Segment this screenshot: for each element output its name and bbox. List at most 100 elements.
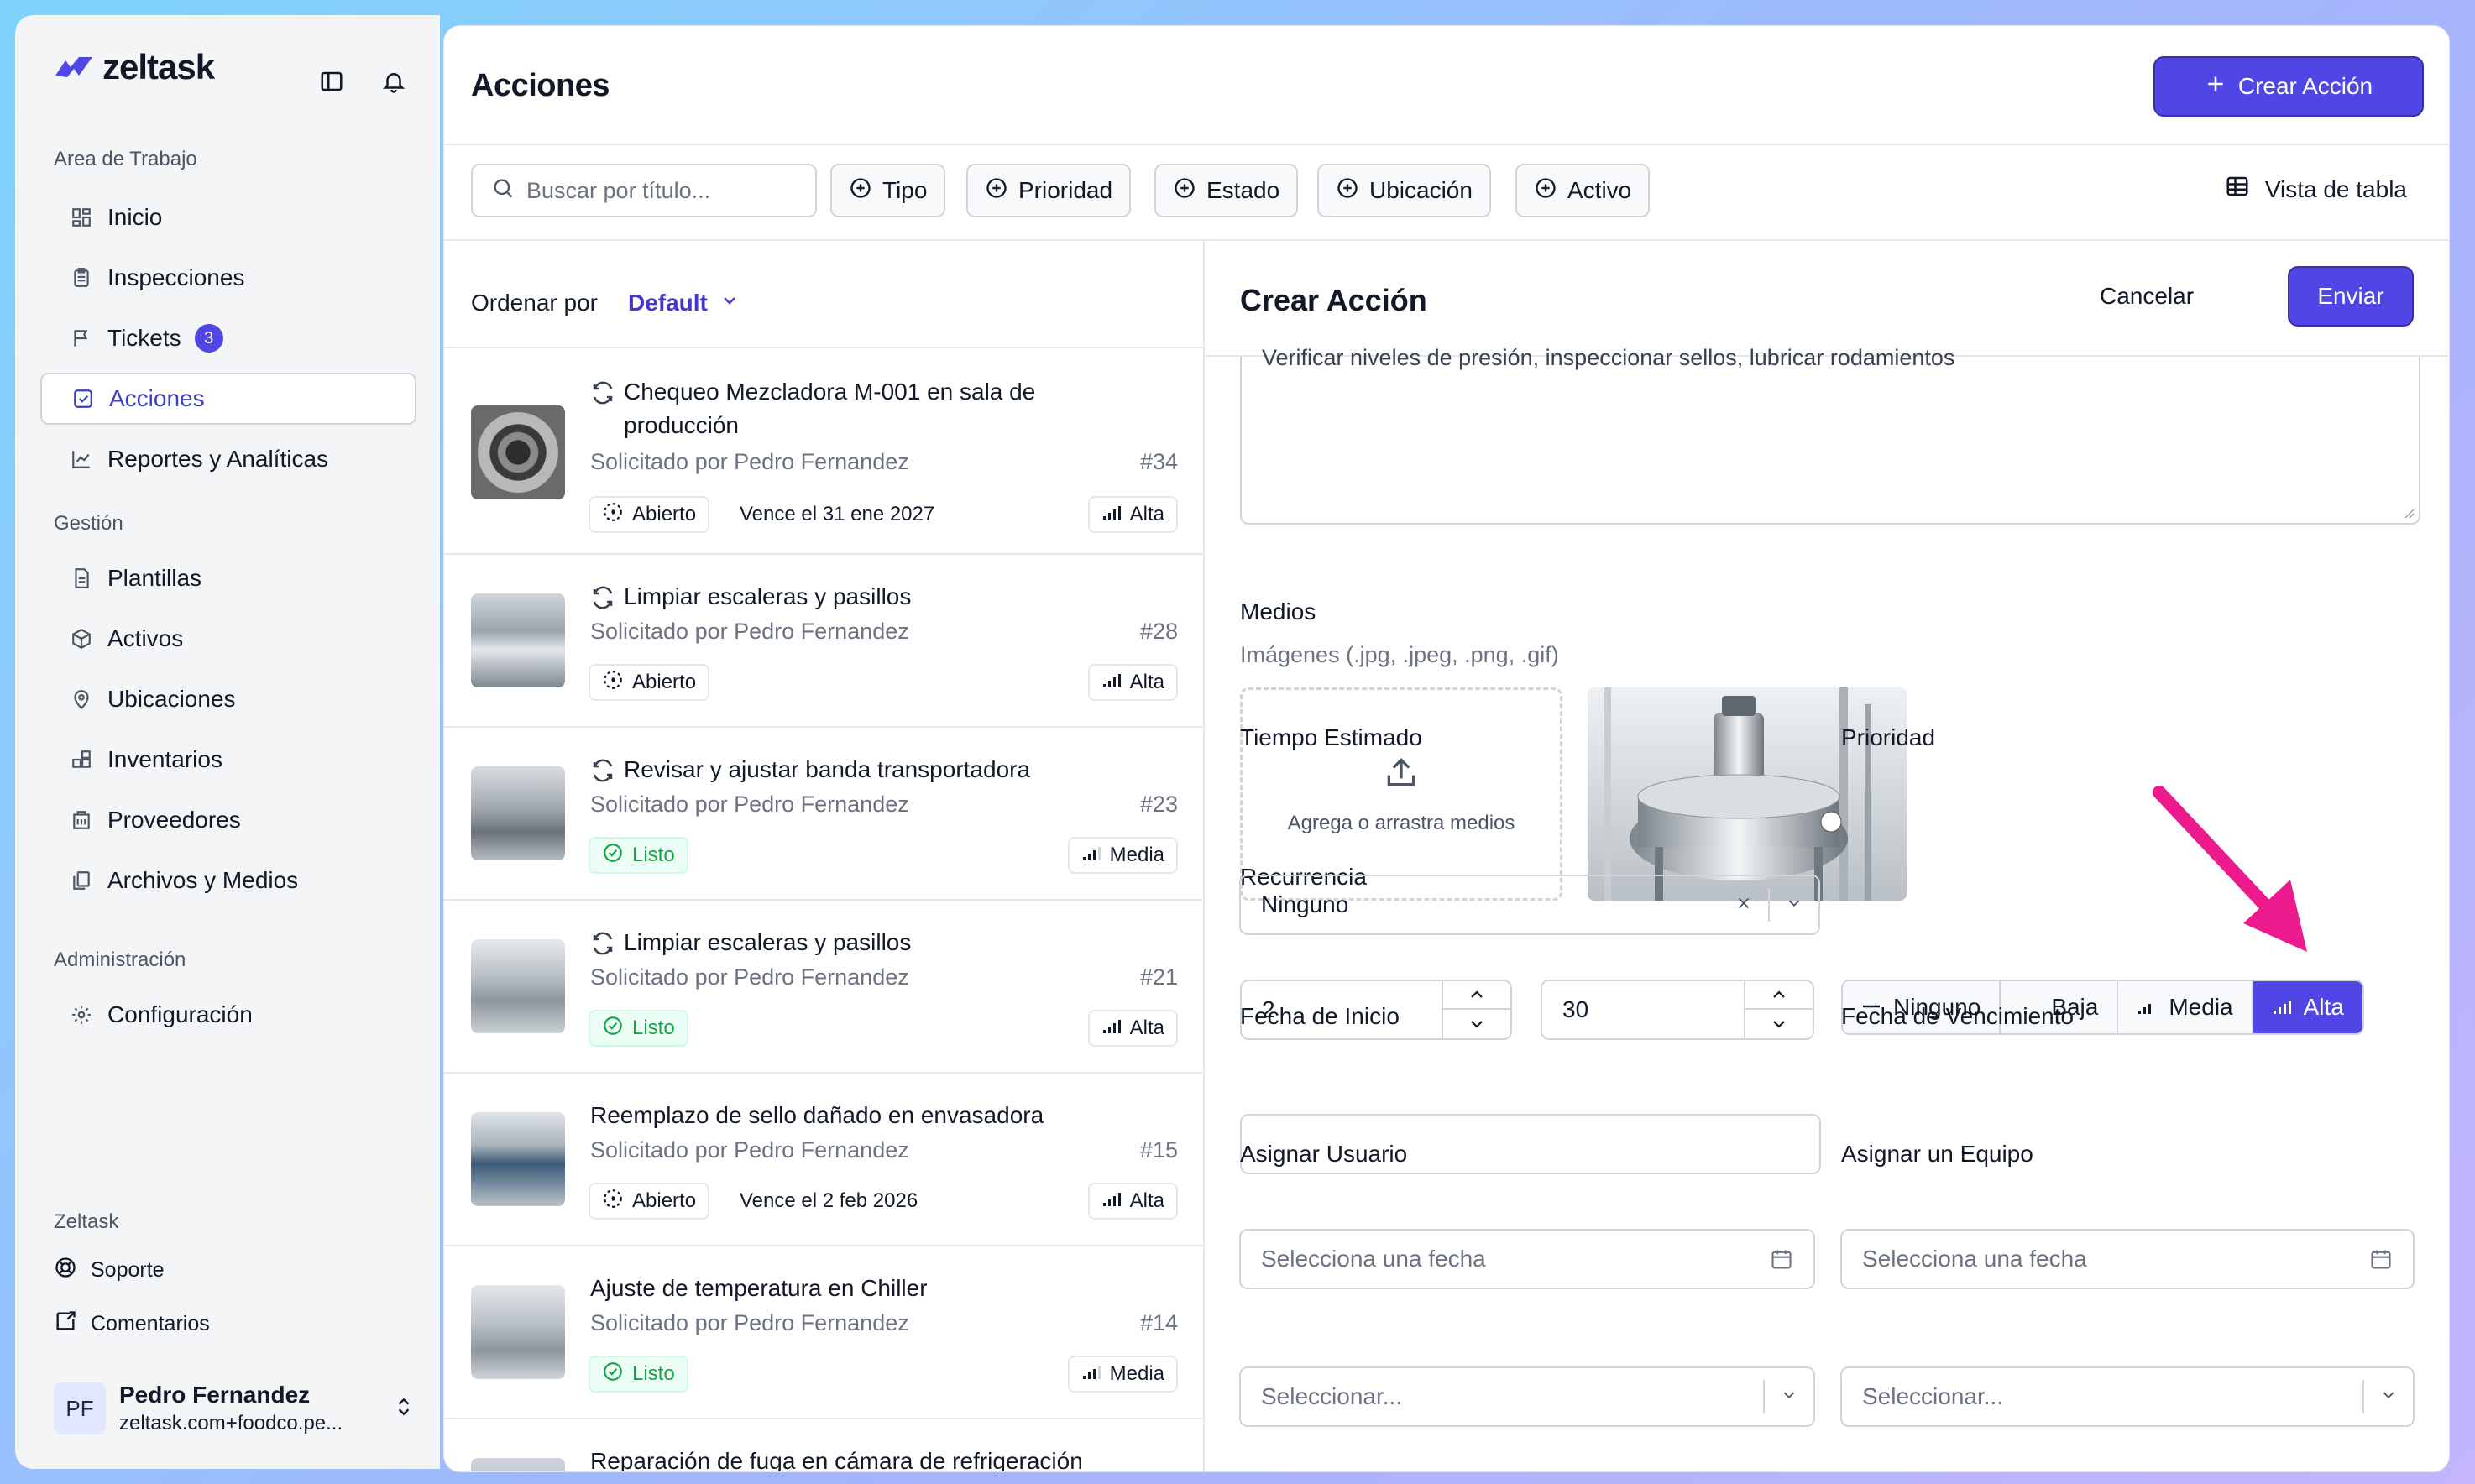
filter-estado[interactable]: Estado xyxy=(1154,164,1299,217)
increment-minutes-button[interactable] xyxy=(1745,981,1813,1010)
sidebar-item-label: Acciones xyxy=(109,385,205,411)
item-requested-by: Solicitado por Pedro Fernandez xyxy=(590,449,909,474)
description-text: Verificar niveles de presión, inspeccion… xyxy=(1262,345,1955,370)
table-view-button[interactable]: Vista de tabla xyxy=(2225,174,2407,205)
decrement-minutes-button[interactable] xyxy=(1745,1010,1813,1038)
start-date-picker[interactable]: Selecciona una fecha xyxy=(1239,1229,1815,1289)
sidebar-item-tickets[interactable]: Tickets 3 xyxy=(40,312,416,364)
submit-button[interactable]: Enviar xyxy=(2288,266,2414,327)
assign-user-select[interactable]: Seleccionar... xyxy=(1239,1366,1815,1427)
list-item[interactable]: Reemplazo de sello dañado en envasadora … xyxy=(444,1072,1203,1245)
annotation-arrow xyxy=(2143,779,2327,976)
sidebar-item-inventarios[interactable]: Inventarios xyxy=(40,734,416,786)
chevron-down-icon[interactable] xyxy=(1770,891,1818,918)
item-requested-by: Solicitado por Pedro Fernandez xyxy=(590,619,909,644)
sidebar-item-comentarios[interactable]: Comentarios xyxy=(54,1309,210,1339)
dropzone-text: Agrega o arrastra medios xyxy=(1287,811,1515,834)
chart-icon xyxy=(69,447,94,472)
priority-label: Media xyxy=(1109,1362,1164,1385)
cancel-button[interactable]: Cancelar xyxy=(2100,283,2194,310)
item-thumbnail xyxy=(471,939,565,1033)
plus-circle-icon xyxy=(1534,176,1557,206)
description-textarea[interactable]: Verificar niveles de presión, inspeccion… xyxy=(1240,345,2420,525)
sidebar-toggle-icon[interactable] xyxy=(317,67,346,96)
status-label: Listo xyxy=(632,1362,675,1385)
search-placeholder: Buscar por título... xyxy=(526,177,711,203)
sidebar-item-archivos[interactable]: Archivos y Medios xyxy=(40,854,416,907)
list-item[interactable]: Ajuste de temperatura en Chiller Solicit… xyxy=(444,1245,1203,1418)
minutes-stepper[interactable]: 30 xyxy=(1541,980,1814,1040)
bell-icon[interactable] xyxy=(379,67,408,96)
item-title-line1: Reemplazo de sello dañado en envasadora xyxy=(590,1102,1044,1128)
item-thumbnail xyxy=(471,1285,565,1379)
app-logo[interactable]: zeltask xyxy=(54,47,215,87)
filter-prioridad[interactable]: Prioridad xyxy=(966,164,1132,217)
start-date-label: Fecha de Inicio xyxy=(1240,1003,1400,1029)
item-thumbnail xyxy=(471,1458,565,1471)
calendar-icon xyxy=(2369,1247,2393,1277)
signal-high-icon xyxy=(1101,1016,1122,1040)
sidebar-item-activos[interactable]: Activos xyxy=(40,613,416,665)
search-input[interactable]: Buscar por título... xyxy=(471,164,817,217)
mixer-photo xyxy=(1588,687,1907,901)
sidebar-item-acciones[interactable]: Acciones xyxy=(40,373,416,425)
filter-ubicacion[interactable]: Ubicación xyxy=(1317,164,1491,217)
sidebar-item-label: Soporte xyxy=(91,1258,165,1282)
item-number: #14 xyxy=(1139,1310,1178,1335)
priority-option-media[interactable]: Media xyxy=(2118,981,2253,1033)
sidebar-item-ubicaciones[interactable]: Ubicaciones xyxy=(40,673,416,725)
sort-label: Ordenar por xyxy=(471,290,598,316)
list-item[interactable]: Chequeo Mezcladora M-001 en sala de produ… xyxy=(444,347,1203,553)
sidebar-item-reportes[interactable]: Reportes y Analíticas xyxy=(40,433,416,485)
actions-list: Ordenar por Default Chequeo Mezcladora M… xyxy=(444,241,1205,1471)
filter-tipo[interactable]: Tipo xyxy=(830,164,946,217)
increment-hours-button[interactable] xyxy=(1443,981,1510,1010)
sidebar-item-inspecciones[interactable]: Inspecciones xyxy=(40,252,416,304)
due-date-placeholder: Selecciona una fecha xyxy=(1862,1246,2087,1272)
recurrence-select[interactable]: Ninguno xyxy=(1239,875,1820,935)
item-title-line2: producción xyxy=(624,412,739,438)
flag-icon xyxy=(69,326,94,351)
priority-option-label: Alta xyxy=(2303,994,2344,1020)
table-icon xyxy=(2225,174,2250,205)
create-action-button[interactable]: Crear Acción xyxy=(2153,56,2424,117)
sidebar-item-soporte[interactable]: Soporte xyxy=(54,1256,165,1285)
item-requested-by: Solicitado por Pedro Fernandez xyxy=(590,964,909,990)
sidebar-item-inicio[interactable]: Inicio xyxy=(40,191,416,243)
recurrence-value: Ninguno xyxy=(1261,891,1349,917)
due-date-picker[interactable]: Selecciona una fecha xyxy=(1840,1229,2415,1289)
sidebar-item-label: Inspecciones xyxy=(107,264,245,290)
priority-label: Alta xyxy=(1129,1016,1164,1039)
list-item[interactable]: Limpiar escaleras y pasillos Solicitado … xyxy=(444,899,1203,1072)
status-badge: Abierto xyxy=(589,1183,710,1220)
admin-section-label: Administración xyxy=(54,948,186,971)
assign-team-select[interactable]: Seleccionar... xyxy=(1840,1366,2415,1427)
check-circle-icon xyxy=(602,1361,624,1388)
sidebar-item-plantillas[interactable]: Plantillas xyxy=(40,552,416,604)
clear-icon[interactable] xyxy=(1719,891,1768,918)
user-name: Pedro Fernandez xyxy=(119,1382,311,1408)
item-requested-by: Solicitado por Pedro Fernandez xyxy=(590,1310,909,1335)
decrement-hours-button[interactable] xyxy=(1443,1010,1510,1038)
create-action-label: Crear Acción xyxy=(2237,73,2373,99)
sort-dropdown[interactable]: Default xyxy=(628,290,740,316)
user-menu[interactable]: PF Pedro Fernandez zeltask.com+foodco.pe… xyxy=(54,1373,415,1444)
priority-label: Media xyxy=(1109,844,1164,866)
list-item[interactable]: Reparación de fuga en cámara de refriger… xyxy=(444,1418,1203,1471)
start-date-placeholder: Selecciona una fecha xyxy=(1261,1246,1486,1272)
media-thumbnail[interactable] xyxy=(1588,687,1907,901)
sidebar-item-label: Reportes y Analíticas xyxy=(107,446,329,472)
list-item[interactable]: Revisar y ajustar banda transportadora S… xyxy=(444,726,1203,899)
item-title-line1: Limpiar escaleras y pasillos xyxy=(624,583,912,609)
sidebar-item-configuracion[interactable]: Configuración xyxy=(40,989,416,1041)
list-item[interactable]: Limpiar escaleras y pasillos Solicitado … xyxy=(444,553,1203,726)
sidebar-item-proveedores[interactable]: Proveedores xyxy=(40,794,416,846)
priority-option-alta[interactable]: Alta xyxy=(2253,981,2362,1033)
status-label: Listo xyxy=(632,844,675,866)
item-number: #34 xyxy=(1139,449,1178,474)
media-help: Imágenes (.jpg, .jpeg, .png, .gif) xyxy=(1240,642,1559,667)
clipboard-icon xyxy=(69,265,94,290)
resize-handle-icon[interactable] xyxy=(2402,506,2415,520)
item-title: Reemplazo de sello dañado en envasadora xyxy=(590,1099,1044,1132)
filter-activo[interactable]: Activo xyxy=(1515,164,1651,217)
